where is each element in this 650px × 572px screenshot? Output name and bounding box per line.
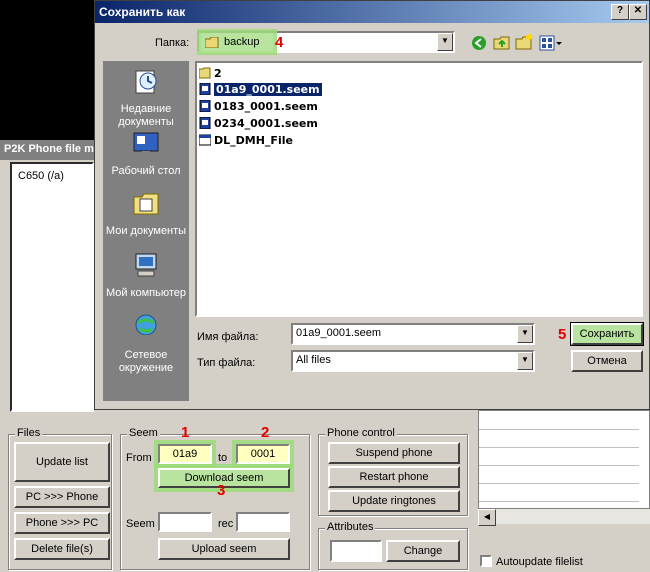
dialog-title-bar: Сохранить как ? ✕ [95, 1, 649, 23]
place-my-documents[interactable]: Мои документы [103, 189, 189, 238]
phone-to-pc-button[interactable]: Phone >>> PC [14, 512, 110, 534]
marker-3: 3 [217, 482, 226, 499]
filename-label: Имя файла: [197, 331, 259, 343]
seem-group-title: Seem [127, 427, 160, 439]
file-list[interactable]: 2 01a9_0001.seem 0183_0001.seem 0234_000… [195, 61, 643, 317]
my-documents-icon [133, 193, 159, 215]
seem-label: Seem [126, 518, 155, 530]
close-icon[interactable]: ✕ [629, 4, 647, 20]
suspend-phone-button[interactable]: Suspend phone [328, 442, 460, 464]
file-name: DL_DMH_File [214, 133, 293, 147]
list-item[interactable]: 0183_0001.seem [199, 98, 318, 114]
marker-4: 4 [275, 34, 284, 51]
to-field[interactable]: 0001 [232, 440, 294, 468]
view-menu-icon[interactable] [539, 35, 563, 51]
place-network-label: Сетевое окружение [118, 349, 174, 374]
places-bar: Недавние документы Рабочий стол Мои доку… [103, 61, 189, 401]
from-label: From [126, 452, 152, 464]
filetype-combo[interactable]: All files ▼ [291, 350, 535, 372]
application-icon [199, 134, 211, 146]
recent-documents-icon [135, 70, 157, 94]
marker-2: 2 [261, 424, 270, 441]
place-my-documents-label: Мои документы [105, 225, 187, 237]
phone-list[interactable]: C650 (/a) [10, 162, 94, 412]
folder-combo[interactable]: backup ▼ [197, 29, 455, 55]
folder-icon [199, 67, 211, 79]
chevron-down-icon[interactable]: ▼ [437, 33, 453, 51]
new-folder-icon[interactable] [515, 33, 533, 51]
scroll-left-icon[interactable]: ◀ [478, 509, 496, 526]
folder-value: backup [224, 36, 260, 48]
attributes-title: Attributes [325, 521, 376, 533]
file-icon [199, 100, 211, 112]
save-as-dialog: Сохранить как ? ✕ Папка: backup ▼ 4 Неда… [94, 0, 650, 410]
file-name: 01a9_0001.seem [214, 82, 322, 96]
rec-label: rec [218, 518, 234, 530]
list-item[interactable]: 0234_0001.seem [199, 115, 318, 131]
folder-selected[interactable]: backup [197, 29, 277, 55]
list-item[interactable]: C650 (/a) [18, 170, 92, 182]
marker-1: 1 [181, 424, 190, 441]
chevron-down-icon[interactable]: ▼ [517, 325, 533, 343]
filetype-label: Тип файла: [197, 357, 256, 369]
file-name: 2 [214, 66, 222, 80]
update-ringtones-button[interactable]: Update ringtones [328, 490, 460, 512]
list-item[interactable]: DL_DMH_File [199, 132, 293, 148]
autoupdate-label: Autoupdate filelist [496, 556, 583, 568]
file-name: 0234_0001.seem [214, 116, 318, 130]
upload-seem-button[interactable]: Upload seem [158, 538, 290, 560]
folder-icon [205, 36, 219, 48]
back-icon[interactable] [471, 35, 487, 51]
marker-5: 5 [558, 326, 567, 343]
my-computer-icon [135, 253, 157, 277]
seem-field[interactable] [158, 512, 212, 532]
place-recent-label: Недавние документы [118, 103, 174, 128]
update-list-button[interactable]: Update list [14, 442, 110, 482]
delete-files-button[interactable]: Delete file(s) [14, 538, 110, 560]
network-icon [135, 314, 157, 339]
pc-to-phone-button[interactable]: PC >>> Phone [14, 486, 110, 508]
list-item-selected[interactable]: 01a9_0001.seem [199, 81, 322, 97]
phone-control-title: Phone control [325, 427, 397, 439]
place-network[interactable]: Сетевое окружение [103, 313, 189, 375]
up-folder-icon[interactable] [493, 33, 511, 51]
file-icon [199, 117, 211, 129]
place-desktop[interactable]: Рабочий стол [103, 129, 189, 178]
files-group-title: Files [15, 427, 43, 439]
autoupdate-checkbox[interactable] [480, 555, 492, 567]
to-label: to [218, 452, 228, 464]
place-my-computer-label: Мой компьютер [105, 287, 187, 299]
list-item[interactable]: 2 [199, 65, 222, 81]
cancel-button[interactable]: Отмена [571, 350, 643, 372]
horizontal-scrollbar[interactable]: ◀ [478, 508, 650, 526]
p2k-title-bar: P2K Phone file m [0, 140, 100, 160]
filetype-value: All files [296, 354, 331, 366]
desktop-icon [133, 132, 159, 155]
file-icon [199, 83, 211, 95]
place-desktop-label: Рабочий стол [111, 165, 181, 177]
save-button[interactable]: Сохранить [570, 322, 644, 346]
help-icon[interactable]: ? [611, 4, 629, 20]
file-list-panel[interactable] [478, 410, 650, 522]
place-recent[interactable]: Недавние документы [103, 67, 189, 129]
filename-input[interactable]: 01a9_0001.seem [296, 327, 381, 339]
folder-label: Папка: [155, 37, 190, 49]
attributes-field[interactable] [330, 540, 382, 562]
from-field[interactable]: 01a9 [154, 440, 216, 468]
filename-combo[interactable]: 01a9_0001.seem ▼ [291, 323, 535, 345]
place-my-computer[interactable]: Мой компьютер [103, 251, 189, 300]
chevron-down-icon[interactable]: ▼ [517, 352, 533, 370]
dialog-title: Сохранить как [99, 5, 186, 19]
restart-phone-button[interactable]: Restart phone [328, 466, 460, 488]
rec-field[interactable] [236, 512, 290, 532]
file-name: 0183_0001.seem [214, 99, 318, 113]
change-attributes-button[interactable]: Change [386, 540, 460, 562]
